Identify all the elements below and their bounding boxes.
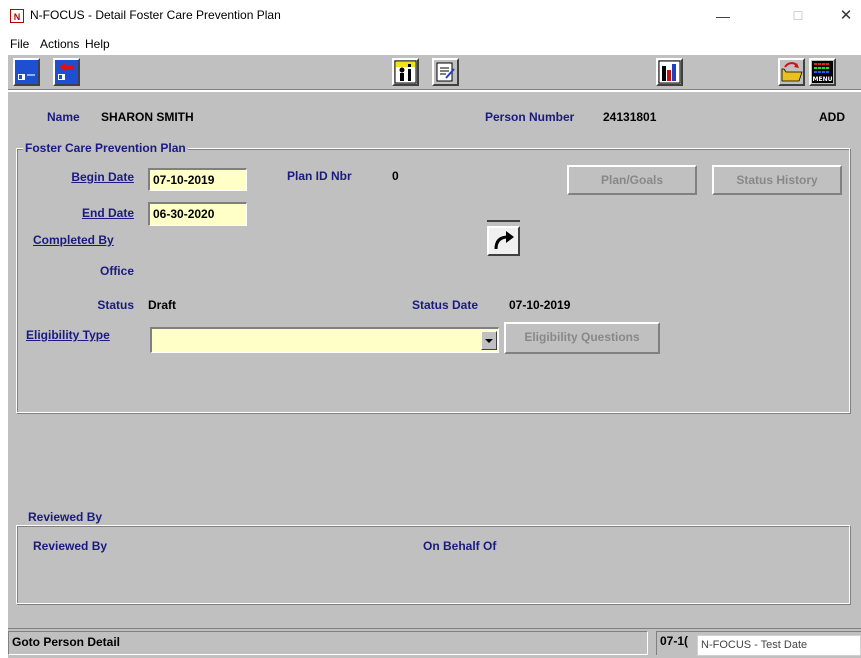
chart-icon [658, 60, 681, 84]
goto-button-rule [487, 220, 520, 222]
save-icon [15, 60, 38, 84]
chart-button[interactable] [656, 58, 683, 86]
status-label: Status [97, 298, 134, 312]
person-number-value: 24131801 [603, 110, 657, 124]
person-number-label: Person Number [485, 110, 575, 124]
person-info-icon [394, 60, 417, 84]
begin-date-label[interactable]: Begin Date [40, 170, 134, 184]
begin-date-field[interactable]: 07-10-2019 [148, 168, 247, 191]
open-folder-button[interactable] [778, 58, 805, 86]
chevron-down-icon [485, 339, 493, 343]
end-date-label[interactable]: End Date [40, 206, 134, 220]
menu-actions[interactable]: Actions [40, 37, 79, 51]
goto-button[interactable] [487, 226, 520, 256]
save-button[interactable] [13, 58, 40, 86]
end-date-field[interactable]: 06-30-2020 [148, 202, 247, 226]
status-date-fragment: 07-1( [660, 634, 689, 648]
status-history-button[interactable]: Status History [712, 165, 842, 195]
window-title: N-FOCUS - Detail Foster Care Prevention … [30, 8, 281, 22]
menu-file[interactable]: File [10, 37, 29, 51]
dropdown-button[interactable] [481, 331, 497, 350]
tooltip-text: N-FOCUS - Test Date [701, 639, 808, 651]
eligibility-questions-button[interactable]: Eligibility Questions [504, 322, 660, 354]
plan-group-title: Foster Care Prevention Plan [23, 141, 188, 155]
exit-icon [55, 60, 78, 84]
plan-goals-button[interactable]: Plan/Goals [567, 165, 697, 195]
status-value: Draft [148, 298, 177, 312]
reviewed-by-label: Reviewed By [33, 539, 108, 553]
minimize-button[interactable]: — [708, 4, 738, 28]
curved-arrow-icon [494, 231, 514, 250]
eligibility-type-select[interactable] [150, 327, 499, 353]
exit-button[interactable] [53, 58, 80, 86]
office-label: Office [99, 264, 134, 278]
open-folder-icon [781, 62, 803, 82]
tooltip: N-FOCUS - Test Date [697, 635, 861, 656]
status-date-value: 07-10-2019 [509, 298, 571, 312]
close-button[interactable]: ✕ [831, 4, 861, 28]
plan-id-label: Plan ID Nbr [287, 169, 352, 183]
completed-by-label[interactable]: Completed By [33, 233, 114, 247]
status-message: Goto Person Detail [12, 635, 121, 649]
reviewed-group-title: Reviewed By [26, 510, 105, 524]
notes-button[interactable] [432, 58, 459, 86]
notes-icon [436, 62, 455, 82]
on-behalf-of-label: On Behalf Of [423, 539, 497, 553]
main-menu-button[interactable]: MENU [809, 58, 836, 86]
mode-indicator: ADD [819, 110, 845, 124]
menu-help[interactable]: Help [85, 37, 110, 51]
reviewed-group-box [16, 525, 850, 604]
name-label: Name [47, 110, 80, 124]
app-icon: N [10, 9, 24, 23]
plan-id-value: 0 [392, 169, 399, 183]
maximize-button[interactable]: ☐ [783, 4, 813, 28]
eligibility-type-label[interactable]: Eligibility Type [26, 328, 110, 342]
menu-bar [0, 33, 861, 53]
status-date-label: Status Date [412, 298, 479, 312]
person-info-button[interactable] [392, 58, 419, 86]
name-value: SHARON SMITH [101, 110, 194, 124]
menu-icon: MENU [812, 61, 833, 83]
menu-icon-label: MENU [813, 76, 833, 83]
